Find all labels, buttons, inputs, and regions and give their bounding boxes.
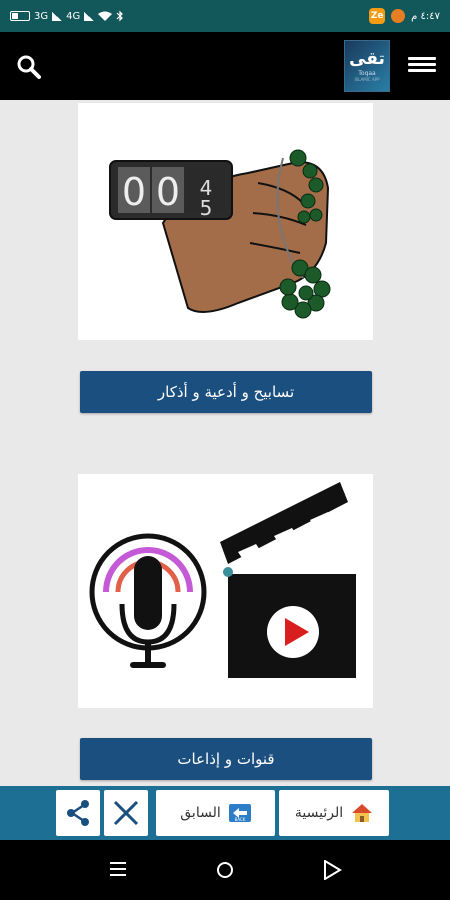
search-icon xyxy=(17,55,41,79)
svg-text:0: 0 xyxy=(122,170,146,214)
close-button[interactable] xyxy=(104,790,148,836)
signal-icon xyxy=(52,11,63,21)
logo-text: تقى xyxy=(349,48,385,69)
home-icon xyxy=(352,804,373,822)
channels-card-image[interactable] xyxy=(78,474,373,708)
wifi-icon xyxy=(98,11,113,21)
tasbih-duaa-azkar-button[interactable]: تسابيح و أدعية و أذكار xyxy=(80,371,372,413)
back-arrow-icon: BACK xyxy=(228,804,251,822)
notification-app-icon: Ze xyxy=(369,8,386,24)
share-button[interactable] xyxy=(56,790,100,836)
tasbih-counter-image: 0 0 4 5 xyxy=(109,149,331,319)
back-icon-text: BACK xyxy=(234,817,245,822)
network-4g-label: 4G xyxy=(66,10,81,22)
app-logo: تقى Toqaa ISLAMIC APP xyxy=(344,40,390,92)
main-content: 0 0 4 5 تسابيح و أدعية و أذكار قنوات و إ… xyxy=(0,100,450,786)
network-3g-label: 3G xyxy=(34,10,49,22)
svg-text:5: 5 xyxy=(200,196,213,220)
channels-button-label: قنوات و إذاعات xyxy=(177,750,275,768)
close-icon xyxy=(113,800,139,826)
home-button-label: الرئيسية xyxy=(294,805,344,821)
home-nav-button[interactable] xyxy=(217,862,233,878)
share-icon xyxy=(67,800,89,826)
status-bar: 3G 4G Ze ٤:٤٧ م xyxy=(0,0,450,32)
signal-icon-2 xyxy=(84,11,95,21)
bluetooth-icon xyxy=(116,10,124,22)
back-button[interactable]: السابق BACK xyxy=(156,790,275,836)
logo-sub-text: ISLAMIC APP xyxy=(354,76,380,82)
menu-icon xyxy=(408,57,436,60)
tasbih-card-image[interactable]: 0 0 4 5 xyxy=(78,103,373,340)
tasbih-button-label: تسابيح و أدعية و أذكار xyxy=(157,383,295,401)
bottom-toolbar: السابق BACK الرئيسية xyxy=(0,786,450,840)
svg-text:0: 0 xyxy=(156,170,180,214)
notification-icon xyxy=(391,9,406,23)
status-time: ٤:٤٧ م xyxy=(411,10,440,22)
back-triangle-icon xyxy=(324,859,342,881)
radio-tv-channels-image xyxy=(89,482,356,678)
back-nav-button[interactable] xyxy=(322,859,342,881)
battery-icon xyxy=(10,11,30,21)
system-nav-bar xyxy=(0,840,450,900)
back-button-label: السابق xyxy=(180,805,221,821)
channels-radio-button[interactable]: قنوات و إذاعات xyxy=(80,738,372,780)
app-bar: تقى Toqaa ISLAMIC APP xyxy=(0,32,450,100)
status-icons-left: 3G 4G xyxy=(10,10,124,22)
home-button[interactable]: الرئيسية xyxy=(279,790,389,836)
search-button[interactable] xyxy=(14,52,44,82)
logo-en-text: Toqaa xyxy=(358,69,376,77)
recent-apps-button[interactable] xyxy=(110,862,126,876)
status-icons-right: Ze ٤:٤٧ م xyxy=(369,8,440,24)
menu-button[interactable] xyxy=(408,54,436,78)
